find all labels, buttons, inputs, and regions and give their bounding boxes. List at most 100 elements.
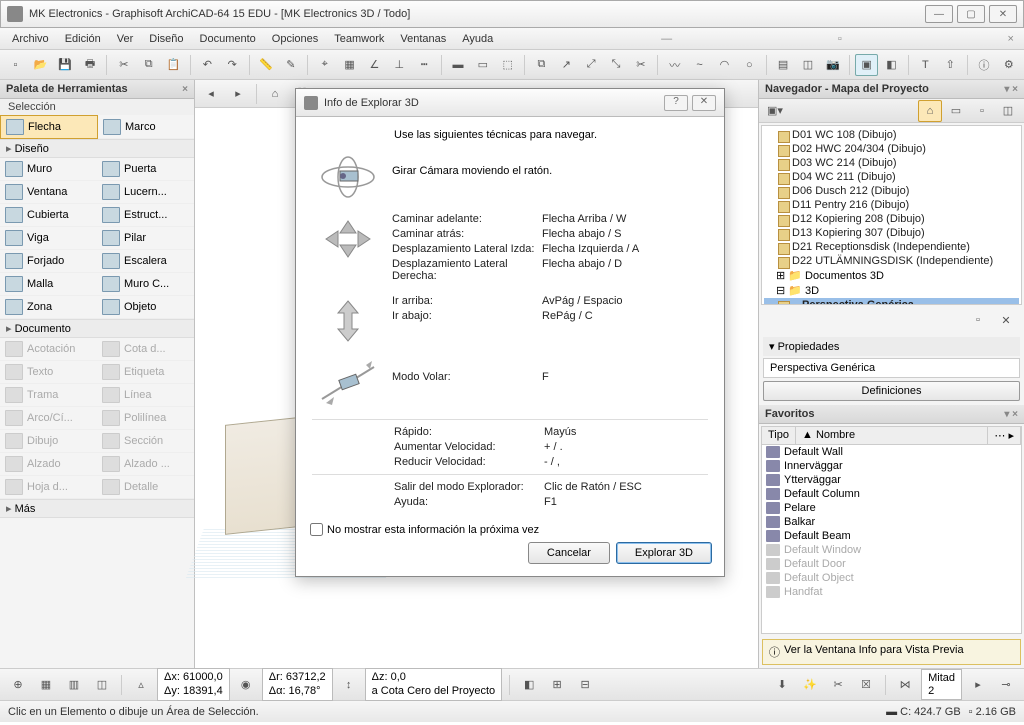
tool-escalera[interactable]: Escalera bbox=[97, 250, 194, 273]
menu-archivo[interactable]: Archivo bbox=[4, 31, 57, 47]
home-icon[interactable]: ⌂ bbox=[263, 83, 287, 105]
end-icon[interactable]: ⊸ bbox=[994, 674, 1018, 696]
nav-dropdown-icon[interactable]: ▣▾ bbox=[763, 100, 787, 122]
favorite-item[interactable]: Balkar bbox=[762, 515, 1021, 529]
tree-item[interactable]: D06 Dusch 212 (Dibujo) bbox=[764, 184, 1019, 198]
redo-icon[interactable]: ↷ bbox=[221, 54, 244, 76]
print-icon[interactable]: 🖶 bbox=[79, 54, 102, 76]
menu-ver[interactable]: Ver bbox=[109, 31, 142, 47]
snap-mode[interactable]: Mitad2 bbox=[921, 669, 962, 699]
snap-icon[interactable]: ⌖ bbox=[313, 54, 336, 76]
z-icon[interactable]: ↕ bbox=[337, 674, 361, 696]
props-header[interactable]: Propiedades bbox=[763, 337, 1020, 356]
tool-zona[interactable]: Zona bbox=[0, 296, 97, 319]
perp-icon[interactable]: ⊥ bbox=[388, 54, 411, 76]
material-icon[interactable]: ◫ bbox=[797, 54, 820, 76]
tool-marco[interactable]: Marco bbox=[98, 115, 194, 139]
grid-icon[interactable]: ▦ bbox=[338, 54, 361, 76]
tree-item[interactable]: D21 Receptionsdisk (Independiente) bbox=[764, 240, 1019, 254]
3d-icon[interactable]: ▣ bbox=[855, 54, 878, 76]
explore-3d-button[interactable]: Explorar 3D bbox=[616, 542, 712, 564]
section-doc[interactable]: Documento bbox=[0, 319, 194, 338]
section-more[interactable]: Más bbox=[0, 499, 194, 518]
menu-documento[interactable]: Documento bbox=[192, 31, 264, 47]
camera-icon[interactable]: 📷 bbox=[821, 54, 844, 76]
dropdown-icon[interactable]: ▸ bbox=[966, 674, 990, 696]
tool-línea[interactable]: Línea bbox=[97, 384, 194, 407]
split-icon[interactable]: ⤢ bbox=[580, 54, 603, 76]
tool-objeto[interactable]: Objeto bbox=[97, 296, 194, 319]
dialog-titlebar[interactable]: Info de Explorar 3D ? ✕ bbox=[296, 89, 724, 117]
doc-restore-icon[interactable]: ▫ bbox=[832, 33, 848, 45]
tool-trama[interactable]: Trama bbox=[0, 384, 97, 407]
arrow-icon[interactable]: ↗ bbox=[555, 54, 578, 76]
coord-opt2-icon[interactable]: ⊞ bbox=[545, 674, 569, 696]
nav-views-icon[interactable]: ▭ bbox=[944, 100, 968, 122]
favorite-item[interactable]: Handfat bbox=[762, 585, 1021, 599]
join-icon[interactable]: ⤡ bbox=[605, 54, 628, 76]
tool-acotación[interactable]: Acotación bbox=[0, 338, 97, 361]
doc-close-icon[interactable]: × bbox=[1002, 33, 1020, 45]
tool-sección[interactable]: Sección bbox=[97, 430, 194, 453]
checkbox-input[interactable] bbox=[310, 523, 323, 536]
favorite-item[interactable]: Pelare bbox=[762, 501, 1021, 515]
settings-icon[interactable]: ⚙ bbox=[997, 54, 1020, 76]
origin-icon[interactable]: ⊕ bbox=[6, 674, 30, 696]
tree-group-docs3d[interactable]: ⊞ 📁 Documentos 3D bbox=[764, 268, 1019, 283]
coord-icon[interactable]: ▵ bbox=[129, 674, 153, 696]
circle-icon[interactable]: ○ bbox=[738, 54, 761, 76]
nav-layouts-icon[interactable]: ▫ bbox=[970, 100, 994, 122]
tree-item[interactable]: D01 WC 108 (Dibujo) bbox=[764, 128, 1019, 142]
favorite-item[interactable]: Default Beam bbox=[762, 529, 1021, 543]
link-icon[interactable]: ⧉ bbox=[530, 54, 553, 76]
favorite-item[interactable]: Innerväggar bbox=[762, 459, 1021, 473]
cut-icon[interactable]: ✂ bbox=[112, 54, 135, 76]
menu-diseno[interactable]: Diseño bbox=[141, 31, 191, 47]
tool-ventana[interactable]: Ventana bbox=[0, 181, 97, 204]
favorites-list[interactable]: Tipo ▲ Nombre ⋯ ▸ Default WallInnervägga… bbox=[761, 426, 1022, 634]
tree-item[interactable]: D04 WC 211 (Dibujo) bbox=[764, 170, 1019, 184]
open-icon[interactable]: 📂 bbox=[29, 54, 52, 76]
tree-item-perspectiva[interactable]: Perspectiva Genérica bbox=[764, 298, 1019, 305]
maximize-button[interactable]: ▢ bbox=[957, 5, 985, 23]
tool-forjado[interactable]: Forjado bbox=[0, 250, 97, 273]
tool-estruct...[interactable]: Estruct... bbox=[97, 204, 194, 227]
tree-item[interactable]: D03 WC 214 (Dibujo) bbox=[764, 156, 1019, 170]
layer-icon[interactable]: ▤ bbox=[772, 54, 795, 76]
tool-etiqueta[interactable]: Etiqueta bbox=[97, 361, 194, 384]
coord-opt1-icon[interactable]: ◧ bbox=[517, 674, 541, 696]
tool-cota d...[interactable]: Cota d... bbox=[97, 338, 194, 361]
tool-alzado[interactable]: Alzado bbox=[0, 453, 97, 476]
favorite-item[interactable]: Default Window bbox=[762, 543, 1021, 557]
doc-minimize-icon[interactable]: — bbox=[655, 33, 678, 45]
trim-icon[interactable]: ✂ bbox=[629, 54, 652, 76]
nav-new-icon[interactable]: ▫ bbox=[966, 309, 990, 331]
col-tipo[interactable]: Tipo bbox=[762, 427, 796, 444]
gravity-icon[interactable]: ⬇ bbox=[770, 674, 794, 696]
tool-dibujo[interactable]: Dibujo bbox=[0, 430, 97, 453]
tool-cubierta[interactable]: Cubierta bbox=[0, 204, 97, 227]
nav-pub-icon[interactable]: ◫ bbox=[996, 100, 1020, 122]
tree-group-3d[interactable]: ⊟ 📁 3D bbox=[764, 283, 1019, 298]
dialog-help-button[interactable]: ? bbox=[664, 95, 688, 111]
dont-show-checkbox[interactable]: No mostrar esta información la próxima v… bbox=[310, 523, 710, 536]
tool-pilar[interactable]: Pilar bbox=[97, 227, 194, 250]
dialog-close-button[interactable]: ✕ bbox=[692, 95, 716, 111]
new-icon[interactable]: ▫ bbox=[4, 54, 27, 76]
toolbox-close-icon[interactable]: × bbox=[182, 84, 188, 95]
spline-icon[interactable]: ~ bbox=[688, 54, 711, 76]
nav-back-icon[interactable]: ◂ bbox=[199, 83, 223, 105]
tool-malla[interactable]: Malla bbox=[0, 273, 97, 296]
copy-icon[interactable]: ⧉ bbox=[137, 54, 160, 76]
midpoint-icon[interactable]: ⋈ bbox=[893, 674, 917, 696]
minimize-button[interactable]: — bbox=[925, 5, 953, 23]
menu-ayuda[interactable]: Ayuda bbox=[454, 31, 501, 47]
favorite-item[interactable]: Default Door bbox=[762, 557, 1021, 571]
tool-muro c...[interactable]: Muro C... bbox=[97, 273, 194, 296]
arc-icon[interactable]: ◠ bbox=[713, 54, 736, 76]
ruler-icon[interactable]: ▥ bbox=[62, 674, 86, 696]
menu-edicion[interactable]: Edición bbox=[57, 31, 109, 47]
info-icon[interactable]: ⓘ bbox=[973, 54, 996, 76]
tool-texto[interactable]: Texto bbox=[0, 361, 97, 384]
tree-item[interactable]: D22 UTLÄMNINGSDISK (Independiente) bbox=[764, 254, 1019, 268]
